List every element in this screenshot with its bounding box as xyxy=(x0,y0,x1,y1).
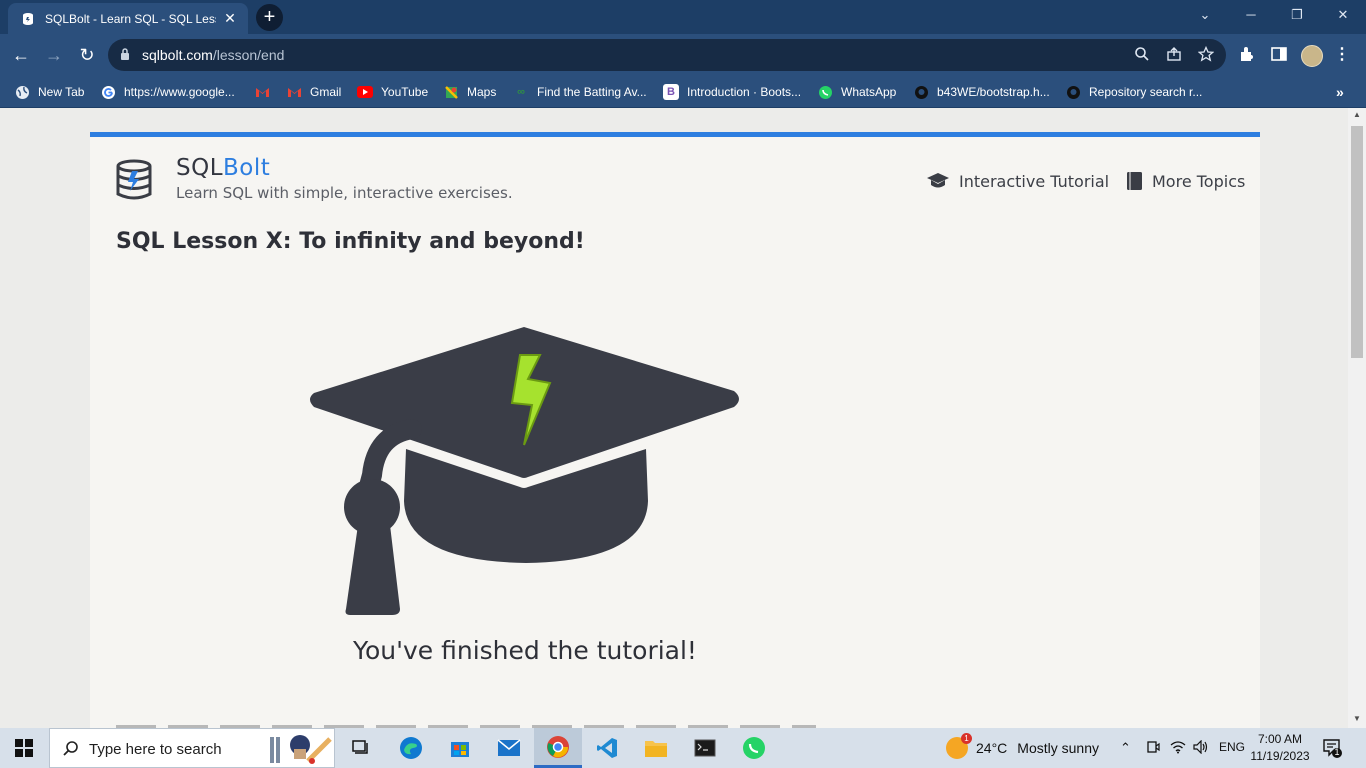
gfg-icon: ∞ xyxy=(517,86,525,98)
bookmark-gfg[interactable]: ∞ Find the Batting Av... xyxy=(513,82,647,102)
new-tab-button[interactable]: + xyxy=(256,4,283,31)
weather-widget[interactable]: 1 24°C Mostly sunny xyxy=(946,728,1099,768)
sqlbolt-favicon-icon xyxy=(20,11,36,27)
forward-icon[interactable]: → xyxy=(39,40,69,70)
bookmarks-bar: New Tab https://www.google... Gmail YouT… xyxy=(0,76,1366,108)
weather-badge: 1 xyxy=(961,733,972,744)
edge-icon[interactable] xyxy=(396,733,426,763)
book-icon xyxy=(1127,172,1142,190)
lesson-title: SQL Lesson X: To infinity and beyond! xyxy=(116,229,585,254)
nav-interactive-tutorial[interactable]: Interactive Tutorial xyxy=(926,171,1109,191)
back-icon[interactable]: ← xyxy=(6,40,36,70)
site-brand[interactable]: SQLBolt xyxy=(176,155,270,181)
clock-time: 7:00 AM xyxy=(1257,732,1303,746)
file-explorer-icon[interactable] xyxy=(641,733,671,763)
clock-date: 11/19/2023 xyxy=(1250,749,1310,763)
browser-tab-active[interactable]: SQLBolt - Learn SQL - SQL Lesso ✕ xyxy=(8,3,248,34)
search-placeholder: Type here to search xyxy=(89,741,222,758)
reload-icon[interactable]: ↻ xyxy=(72,40,102,70)
language-indicator[interactable]: ENG xyxy=(1219,740,1245,754)
bookmark-github-bootstrap[interactable]: b43WE/bootstrap.h... xyxy=(913,82,1050,102)
volume-icon[interactable] xyxy=(1193,739,1209,757)
extensions-icon[interactable] xyxy=(1238,45,1258,65)
task-view-icon[interactable] xyxy=(346,733,376,763)
more-bookmarks-icon[interactable]: » xyxy=(1336,82,1344,102)
taskbar-search[interactable]: Type here to search xyxy=(49,728,335,768)
sqlbolt-logo-icon[interactable] xyxy=(114,159,154,206)
tray-chevron-icon[interactable]: ⌃ xyxy=(1120,740,1131,756)
github-icon xyxy=(1065,84,1081,100)
gmail-icon xyxy=(286,84,302,100)
cricket-doodle-icon xyxy=(268,733,332,768)
nav-more-topics[interactable]: More Topics xyxy=(1126,171,1245,191)
finished-message: You've finished the tutorial! xyxy=(353,636,697,665)
browser-toolbar: ← → ↻ sqlbolt.com/lesson/end xyxy=(0,34,1366,76)
wifi-icon[interactable] xyxy=(1170,740,1186,757)
bookmark-gmail-icon-only[interactable] xyxy=(254,82,278,102)
bookmark-youtube[interactable]: YouTube xyxy=(357,82,428,102)
microsoft-store-icon[interactable] xyxy=(445,733,475,763)
page-scrollbar[interactable]: ▲ ▼ xyxy=(1348,108,1366,728)
restore-icon[interactable]: ❐ xyxy=(1274,0,1320,30)
github-icon xyxy=(913,84,929,100)
profile-avatar[interactable] xyxy=(1301,45,1323,67)
meet-now-icon[interactable] xyxy=(1146,740,1160,757)
bookmark-bootstrap[interactable]: B Introduction · Boots... xyxy=(663,82,801,102)
weather-temp: 24°C xyxy=(976,740,1008,756)
gmail-icon xyxy=(254,84,270,100)
zoom-search-icon[interactable] xyxy=(1134,46,1154,66)
bookmark-star-icon[interactable] xyxy=(1197,45,1218,66)
bookmark-new-tab[interactable]: New Tab xyxy=(14,82,84,102)
scroll-down-icon[interactable]: ▼ xyxy=(1348,714,1366,723)
google-icon xyxy=(100,84,116,100)
graduation-cap-icon xyxy=(927,173,949,188)
bootstrap-icon: B xyxy=(663,84,679,100)
notification-count: 1 xyxy=(1334,747,1340,757)
bookmark-maps[interactable]: Maps xyxy=(443,82,496,102)
vscode-icon[interactable] xyxy=(592,733,622,763)
url-text: sqlbolt.com/lesson/end xyxy=(142,47,285,63)
bookmark-gmail[interactable]: Gmail xyxy=(286,82,341,102)
weather-sun-icon: 1 xyxy=(946,733,972,759)
whatsapp-icon xyxy=(817,84,833,100)
tab-title: SQLBolt - Learn SQL - SQL Lesso xyxy=(45,11,216,26)
whatsapp-taskbar-icon[interactable] xyxy=(739,733,769,763)
bookmark-google[interactable]: https://www.google... xyxy=(100,82,235,102)
scroll-up-icon[interactable]: ▲ xyxy=(1348,110,1366,119)
graduation-cap-illustration xyxy=(306,325,742,626)
address-bar[interactable]: sqlbolt.com/lesson/end xyxy=(108,39,1226,71)
search-icon xyxy=(62,740,80,763)
page-container: SQLBolt Learn SQL with simple, interacti… xyxy=(90,132,1260,728)
maps-icon xyxy=(443,84,459,100)
lock-icon xyxy=(120,48,130,66)
close-window-icon[interactable]: ✕ xyxy=(1320,0,1366,30)
browser-tab-bar: SQLBolt - Learn SQL - SQL Lesso ✕ + ⌄ ─ … xyxy=(0,0,1366,34)
tab-search-icon[interactable]: ⌄ xyxy=(1182,0,1228,30)
tab-close-icon[interactable]: ✕ xyxy=(222,10,238,27)
bookmark-github-search[interactable]: Repository search r... xyxy=(1065,82,1202,102)
share-icon[interactable] xyxy=(1166,46,1186,66)
browser-menu-icon[interactable]: ⋮ xyxy=(1334,44,1350,66)
site-tagline: Learn SQL with simple, interactive exerc… xyxy=(176,184,513,202)
mail-icon[interactable] xyxy=(494,733,524,763)
chrome-taskbar-icon[interactable] xyxy=(534,728,582,768)
notification-center-icon[interactable]: 1 xyxy=(1322,738,1342,758)
nav-more-topics-label: More Topics xyxy=(1152,171,1246,191)
terminal-icon[interactable] xyxy=(690,733,720,763)
youtube-icon xyxy=(357,84,373,100)
weather-desc: Mostly sunny xyxy=(1017,740,1099,756)
bookmark-whatsapp[interactable]: WhatsApp xyxy=(817,82,896,102)
globe-icon xyxy=(14,84,30,100)
minimize-icon[interactable]: ─ xyxy=(1228,0,1274,30)
side-panel-icon[interactable] xyxy=(1270,45,1290,65)
page-viewport: SQLBolt Learn SQL with simple, interacti… xyxy=(0,108,1348,728)
windows-taskbar: Type here to search 1 24°C Mostly sunny … xyxy=(0,728,1366,768)
windows-start-icon[interactable] xyxy=(0,728,48,768)
system-clock[interactable]: 7:00 AM 11/19/2023 xyxy=(1246,731,1314,765)
nav-interactive-tutorial-label: Interactive Tutorial xyxy=(959,171,1110,191)
scrollbar-thumb[interactable] xyxy=(1351,126,1363,358)
